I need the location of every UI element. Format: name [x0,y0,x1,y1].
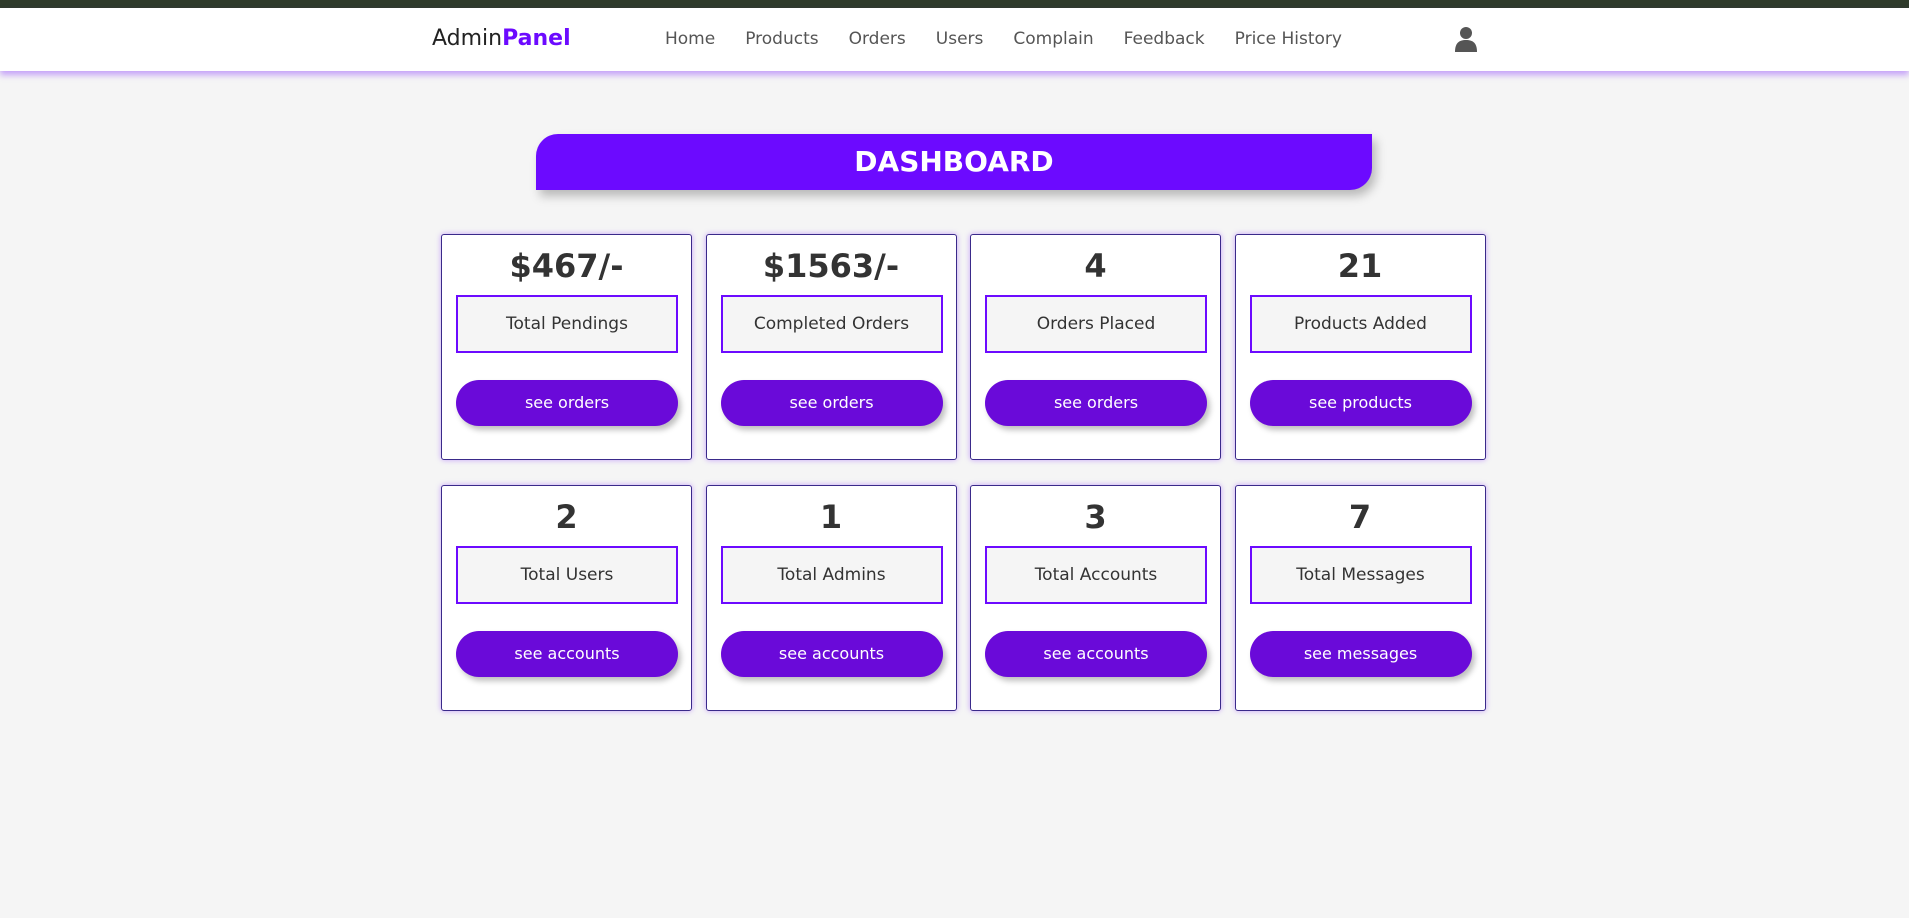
stat-card-total-pendings: $467/- Total Pendings see orders [441,234,692,460]
stat-card-orders-placed: 4 Orders Placed see orders [970,234,1221,460]
stat-value: $1563/- [762,247,900,285]
see-accounts-button[interactable]: see accounts [720,631,943,677]
nav-complain[interactable]: Complain [1013,29,1093,49]
top-strip [0,0,1909,8]
logo-accent: Panel [502,26,571,51]
header-bar: AdminPanel Home Products Orders Users Co… [0,8,1909,71]
stat-value: $467/- [509,247,624,285]
stat-value: 7 [1348,498,1372,536]
main-nav: Home Products Orders Users Complain Feed… [665,29,1372,49]
stat-card-completed-orders: $1563/- Completed Orders see orders [705,234,957,460]
see-accounts-button[interactable]: see accounts [456,631,678,677]
stat-label: Total Pendings [456,295,678,353]
nav-feedback[interactable]: Feedback [1124,29,1205,49]
stat-value: 2 [555,498,578,536]
stat-card-total-admins: 1 Total Admins see accounts [705,485,957,711]
see-orders-button[interactable]: see orders [456,380,678,426]
stat-value: 4 [1084,247,1107,285]
nav-price-history[interactable]: Price History [1235,29,1342,49]
stat-value: 21 [1337,247,1383,285]
stat-card-total-accounts: 3 Total Accounts see accounts [970,485,1221,711]
stat-value: 1 [819,498,843,536]
stat-label: Total Admins [720,546,943,604]
stat-label: Total Accounts [985,546,1207,604]
nav-users[interactable]: Users [936,29,984,49]
see-messages-button[interactable]: see messages [1249,631,1472,677]
stat-label: Total Users [456,546,678,604]
logo-prefix: Admin [432,26,503,51]
dashboard-banner: DASHBOARD [536,134,1372,190]
stat-label: Completed Orders [720,295,943,353]
see-accounts-button[interactable]: see accounts [985,631,1207,677]
stat-card-total-users: 2 Total Users see accounts [441,485,692,711]
nav-home[interactable]: Home [665,29,715,49]
stat-label: Products Added [1249,295,1472,353]
user-icon[interactable] [1454,26,1478,52]
stat-label: Orders Placed [985,295,1207,353]
stat-value: 3 [1084,498,1107,536]
stat-card-total-messages: 7 Total Messages see messages [1234,485,1486,711]
see-products-button[interactable]: see products [1249,380,1472,426]
logo[interactable]: AdminPanel [432,26,571,51]
see-orders-button[interactable]: see orders [720,380,943,426]
nav-orders[interactable]: Orders [849,29,906,49]
see-orders-button[interactable]: see orders [985,380,1207,426]
stat-label: Total Messages [1249,546,1472,604]
nav-products[interactable]: Products [745,29,818,49]
stats-grid: $467/- Total Pendings see orders $1563/-… [441,234,1486,711]
stat-card-products-added: 21 Products Added see products [1234,234,1486,460]
